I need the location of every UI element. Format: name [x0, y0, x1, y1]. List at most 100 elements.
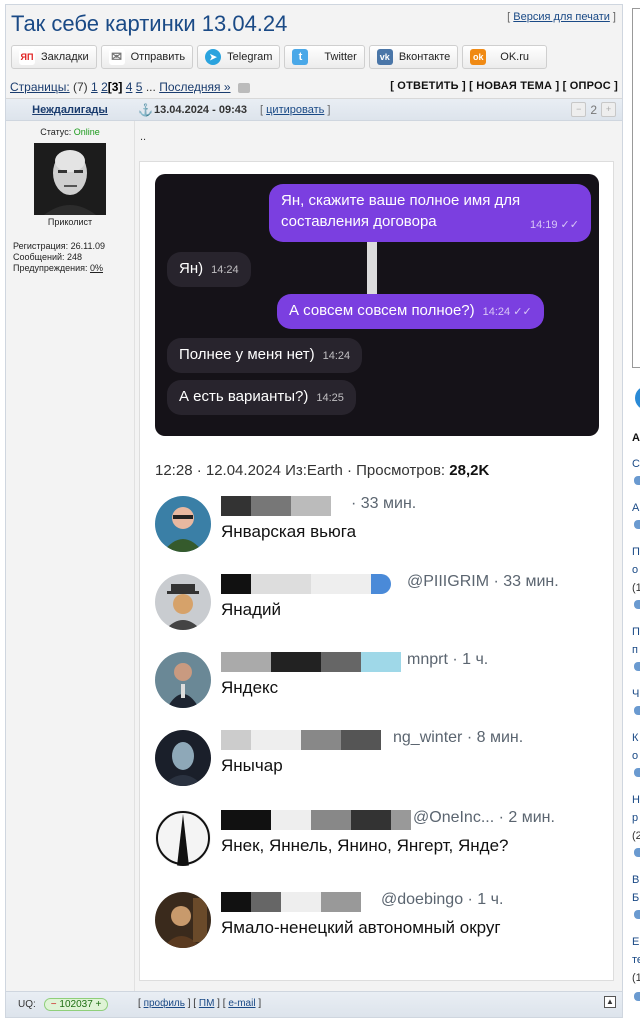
page-link-5[interactable]: 5	[136, 80, 143, 94]
chat-message: Ян) 14:24	[167, 252, 251, 287]
reply-handle: @OneInc... · 2 мин.	[413, 809, 555, 826]
telegram-icon: ➤	[205, 49, 222, 65]
redacted-username	[221, 810, 411, 830]
side-link[interactable]: п	[632, 644, 638, 656]
page-link-1[interactable]: 1	[91, 80, 98, 94]
side-count: (2	[632, 830, 640, 842]
new-topic-button[interactable]: [ НОВАЯ ТЕМА ]	[469, 80, 559, 92]
chat-message: Полнее у меня нет) 14:24	[167, 338, 363, 373]
side-link[interactable]: П	[632, 546, 640, 558]
topic-header: Так себе картинки 13.04.24 [ Версия для …	[6, 5, 622, 43]
avatar[interactable]	[34, 143, 106, 215]
vk-icon: vk	[376, 49, 393, 65]
side-link[interactable]: А	[632, 502, 639, 514]
user-icon	[634, 476, 640, 485]
side-link[interactable]: те	[632, 954, 640, 966]
chat-message: А есть варианты?) 14:25	[167, 380, 356, 415]
side-link[interactable]: Н	[632, 794, 640, 806]
side-link[interactable]: E	[632, 936, 639, 948]
profile-link[interactable]: профиль	[144, 998, 185, 1009]
post-date: 13.04.2024 - 09:43	[154, 104, 247, 116]
side-link[interactable]: о	[632, 750, 638, 762]
pages-label[interactable]: Страницы:	[10, 80, 70, 94]
pagination: Страницы: (7) 1 2[3] 4 5 ... Последняя »	[10, 80, 250, 94]
odnoklassniki-icon: ok	[470, 49, 487, 65]
forum-page: Так себе картинки 13.04.24 [ Версия для …	[0, 0, 640, 1018]
user-icon	[634, 706, 640, 715]
widget-icon[interactable]	[635, 386, 640, 410]
ad-frame	[632, 8, 640, 368]
side-link[interactable]: р	[632, 812, 638, 824]
reply-text: Ямало-ненецкий автономный округ	[221, 918, 501, 937]
email-link[interactable]: e-mail	[228, 998, 255, 1009]
redacted-username	[221, 730, 381, 750]
print-version-link[interactable]: [ Версия для печати ]	[507, 11, 616, 23]
author-links: [ профиль ] [ ПМ ] [ e-mail ]	[138, 998, 262, 1009]
post-body: Статус: Online Приколист Регистрация: 26…	[6, 121, 622, 991]
current-page: [3]	[107, 80, 123, 94]
redacted-username	[221, 574, 391, 594]
post-rating: − 2 +	[571, 102, 616, 117]
pm-link[interactable]: ПМ	[199, 998, 215, 1009]
last-page-link[interactable]: Последняя »	[159, 80, 230, 94]
topic-panel: Так себе картинки 13.04.24 [ Версия для …	[5, 4, 623, 1018]
avatar	[155, 810, 211, 866]
chat-message: А совсем совсем полное?) 14:24 ✓✓	[277, 294, 544, 329]
post-content: .. Ян, скажите ваше полное имя для соста…	[134, 121, 622, 991]
reply-handle: · 33 мин.	[351, 495, 417, 512]
redacted-username	[221, 892, 361, 912]
post-text: ..	[140, 131, 147, 143]
avatar	[155, 652, 211, 708]
side-link[interactable]: Ч	[632, 688, 639, 700]
user-icon	[634, 848, 640, 857]
side-link[interactable]: П	[632, 626, 640, 638]
share-button-bookmarks[interactable]: ЯП Закладки	[11, 45, 97, 69]
side-link[interactable]: Б	[632, 892, 639, 904]
post-footer: UQ: − 102037 + [ профиль ] [ ПМ ] [ e-mai…	[6, 991, 622, 1017]
avatar	[155, 574, 211, 630]
user-uq: UQ: − 102037 +	[18, 998, 109, 1011]
poll-button[interactable]: [ ОПРОС ]	[563, 80, 618, 92]
side-link[interactable]: К	[632, 732, 638, 744]
page-link-2[interactable]: 2	[101, 80, 108, 94]
post-meta: ⚓ 13.04.2024 - 09:43 [ цитировать ] − 2 …	[134, 99, 622, 120]
tweet-reply: @OneInc... · 2 мин. Янек, Яннель, Янино,…	[155, 806, 599, 872]
rate-up-icon[interactable]: +	[601, 102, 616, 117]
reply-text: Январская вьюга	[221, 522, 357, 541]
share-button-telegram[interactable]: ➤ Telegram	[197, 45, 281, 69]
user-icon	[634, 600, 640, 609]
post-image[interactable]: Ян, скажите ваше полное имя для составле…	[139, 161, 614, 981]
user-icon	[634, 520, 640, 529]
right-column-heading: А	[632, 432, 640, 444]
yandex-bookmarks-icon: ЯП	[19, 49, 35, 65]
post-author[interactable]: Неждалигады	[6, 99, 134, 120]
share-button-ok[interactable]: ok OK.ru	[462, 45, 548, 69]
side-link[interactable]: о	[632, 564, 638, 576]
side-link[interactable]: С	[632, 458, 640, 470]
user-icon	[634, 992, 640, 1001]
topic-actions: [ ОТВЕТИТЬ ] [ НОВАЯ ТЕМА ] [ ОПРОС ]	[390, 80, 618, 92]
reply-text: Янычар	[221, 756, 283, 775]
scroll-top-icon[interactable]: ▲	[604, 996, 616, 1008]
page-jump-icon[interactable]	[237, 82, 250, 93]
rating-value: 2	[590, 102, 597, 117]
share-button-twitter[interactable]: t Twitter	[284, 45, 365, 69]
side-count: (1	[632, 972, 640, 984]
page-link-4[interactable]: 4	[126, 80, 133, 94]
user-icon	[634, 768, 640, 777]
user-icon	[634, 662, 640, 671]
author-warnings: Предупреждения: 0%	[13, 263, 103, 273]
share-button-email[interactable]: ✉ Отправить	[100, 45, 194, 69]
side-link[interactable]: В	[632, 874, 639, 886]
share-button-vk[interactable]: vk Вконтакте	[368, 45, 459, 69]
tweet-reply: · 33 мин. Январская вьюга	[155, 492, 599, 558]
rate-down-icon[interactable]: −	[571, 102, 587, 117]
quote-link[interactable]: [ цитировать ]	[260, 104, 330, 116]
redacted-username	[221, 496, 331, 516]
reply-button[interactable]: [ ОТВЕТИТЬ ]	[390, 80, 466, 92]
author-status: Статус: Online	[40, 127, 100, 137]
uq-badge[interactable]: − 102037 +	[43, 998, 109, 1011]
anchor-icon[interactable]: ⚓	[138, 103, 153, 117]
mail-icon: ✉	[108, 49, 125, 65]
reply-text: Янадий	[221, 600, 282, 619]
